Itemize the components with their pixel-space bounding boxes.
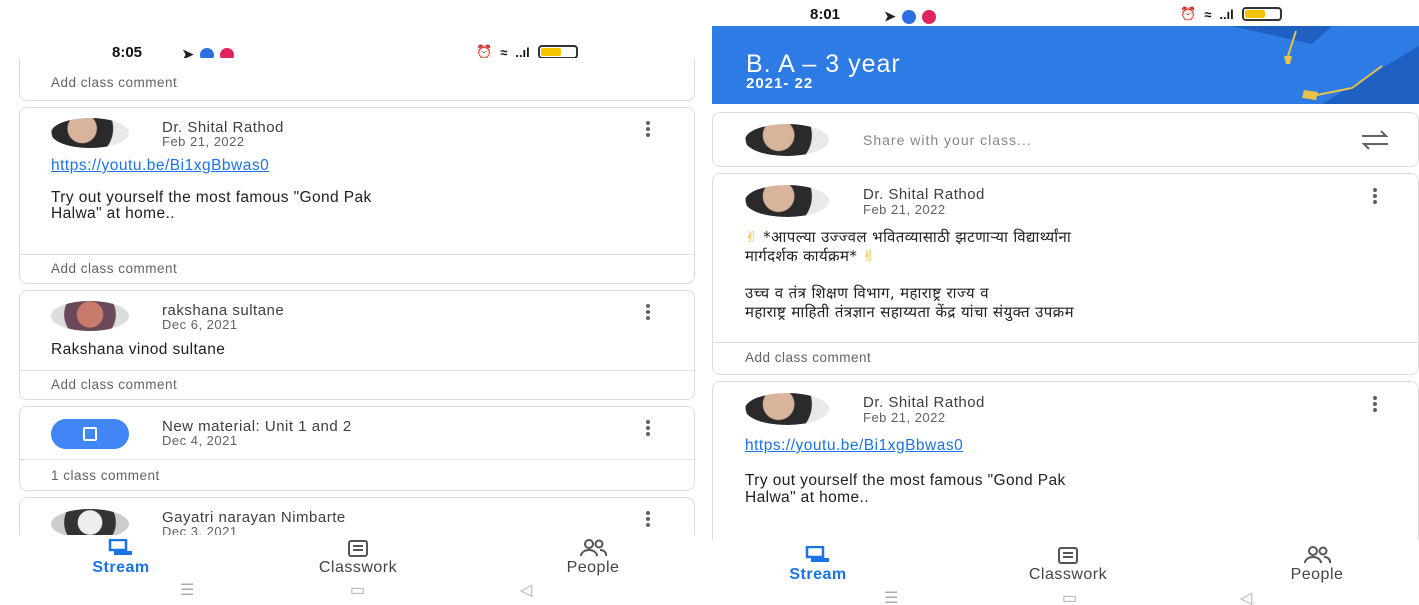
more-options-icon[interactable] [1373, 396, 1377, 414]
tab-stream-label: Stream [92, 559, 150, 576]
post-date: Feb 21, 2022 [863, 410, 946, 425]
class-comments-link[interactable]: 1 class comment [20, 459, 694, 490]
status-time: 8:01 [810, 6, 841, 23]
avatar [51, 118, 129, 148]
tab-people[interactable]: People [545, 539, 641, 577]
tab-classwork-label: Classwork [1028, 566, 1108, 583]
tab-stream-label: Stream [789, 566, 847, 583]
alarm-icon: ⏰ [1180, 6, 1197, 21]
share-card[interactable]: Share with your class... [712, 112, 1419, 167]
stream-icon [805, 546, 829, 562]
system-home-button[interactable]: ▭ [350, 580, 365, 600]
post-text: Halwa" at home.. [51, 205, 175, 222]
status-bar: 8:01 ➤ ⏰ ≈ ..ıl [712, 2, 1419, 28]
repost-icon[interactable] [1358, 129, 1392, 151]
system-menu-button[interactable]: ☰ [884, 588, 898, 605]
post-card: Dr. Shital Rathod Feb 21, 2022 https://y… [19, 107, 695, 284]
graduation-cap-illustration [1232, 26, 1419, 104]
post-text: मार्गदर्शक कार्यक्रम* ✌ [745, 247, 876, 265]
more-options-icon[interactable] [646, 304, 650, 322]
post-date: Dec 4, 2021 [162, 433, 238, 448]
system-back-button[interactable]: ◁ [520, 580, 532, 600]
more-options-icon[interactable] [1373, 188, 1377, 206]
share-input[interactable]: Share with your class... [863, 132, 1032, 148]
left-screen: 8:05 ➤ ⏰ ≈ ..ıl Add class comment Dr. Sh… [0, 0, 712, 605]
classwork-icon [1058, 547, 1078, 564]
post-text: ✌ *आपल्या उज्ज्वल भवितव्यासाठी झटणाऱ्या … [745, 228, 1072, 246]
material-icon [51, 419, 129, 449]
tab-people[interactable]: People [1267, 546, 1367, 584]
post-text: Halwa" at home.. [745, 489, 869, 506]
more-options-icon[interactable] [646, 420, 650, 438]
add-comment-button[interactable]: Add class comment [713, 342, 1418, 372]
notification-icons: ➤ [884, 8, 936, 25]
post-date: Feb 21, 2022 [863, 202, 946, 217]
people-icon [580, 539, 608, 557]
tab-classwork[interactable]: Classwork [995, 546, 1141, 584]
youtube-link[interactable]: https://youtu.be/Bi1xgBbwas0 [745, 437, 963, 455]
post-text: Rakshana vinod sultane [51, 341, 226, 358]
wifi-icon: ≈ [1204, 6, 1212, 22]
tab-stream[interactable]: Stream [768, 546, 868, 584]
post-text-line: *आपल्या उज्ज्वल भवितव्यासाठी झटणाऱ्या वि… [763, 228, 1072, 246]
post-card: Add class comment [19, 58, 695, 101]
post-card: Dr. Shital Rathod Feb 21, 2022 ✌ *आपल्या… [712, 173, 1419, 375]
more-options-icon[interactable] [646, 511, 650, 529]
more-options-icon[interactable] [646, 121, 650, 139]
author-name: Dr. Shital Rathod [863, 186, 985, 203]
signal-icon: ..ıl [1219, 6, 1234, 22]
post-text: Try out yourself the most famous "Gond P… [745, 472, 1066, 489]
add-comment-button[interactable]: Add class comment [20, 254, 694, 282]
system-icons: ⏰ ≈ ..ıl [1180, 6, 1282, 22]
telegram-icon: ➤ [884, 8, 896, 24]
system-back-button[interactable]: ◁ [1240, 588, 1252, 605]
people-icon [1304, 546, 1332, 564]
add-comment-button[interactable]: Add class comment [20, 370, 694, 398]
victory-hand-icon: ✌ [862, 247, 876, 265]
author-name: Dr. Shital Rathod [863, 394, 985, 411]
tab-stream[interactable]: Stream [73, 539, 169, 577]
post-card: Dr. Shital Rathod Feb 21, 2022 https://y… [712, 381, 1419, 551]
app-icon [901, 9, 916, 24]
victory-hand-icon: ✌ [745, 228, 758, 246]
avatar [745, 124, 829, 156]
avatar [745, 185, 829, 217]
system-home-button[interactable]: ▭ [1062, 588, 1077, 605]
post-date: Feb 21, 2022 [162, 134, 245, 149]
battery-icon [537, 45, 578, 59]
system-menu-button[interactable]: ☰ [180, 580, 194, 600]
class-year: 2021- 22 [746, 75, 814, 92]
material-card[interactable]: New material: Unit 1 and 2 Dec 4, 2021 1… [19, 406, 695, 491]
add-comment-button[interactable]: Add class comment [51, 75, 177, 90]
classwork-icon [348, 540, 368, 557]
tab-people-label: People [566, 559, 620, 576]
tab-classwork-label: Classwork [318, 559, 398, 576]
post-date: Dec 6, 2021 [162, 317, 238, 332]
right-screen: 8:01 ➤ ⏰ ≈ ..ıl B. A – 3 year 2021- 22 S… [712, 0, 1419, 605]
post-text: महाराष्ट्र माहिती तंत्रज्ञान सहाय्यता के… [745, 303, 1074, 321]
post-card: rakshana sultane Dec 6, 2021 Rakshana vi… [19, 290, 695, 400]
battery-icon [1241, 7, 1282, 21]
avatar [51, 301, 129, 331]
app-icon [921, 9, 936, 24]
stream-icon [108, 539, 132, 555]
post-text-line: मार्गदर्शक कार्यक्रम* [745, 247, 858, 265]
tab-classwork[interactable]: Classwork [285, 539, 431, 577]
youtube-link[interactable]: https://youtu.be/Bi1xgBbwas0 [51, 157, 269, 175]
avatar [745, 393, 829, 425]
post-text: उच्च व तंत्र शिक्षण विभाग, महाराष्ट्र रा… [745, 284, 989, 302]
class-banner[interactable]: B. A – 3 year 2021- 22 [712, 26, 1419, 104]
tab-people-label: People [1290, 566, 1344, 583]
